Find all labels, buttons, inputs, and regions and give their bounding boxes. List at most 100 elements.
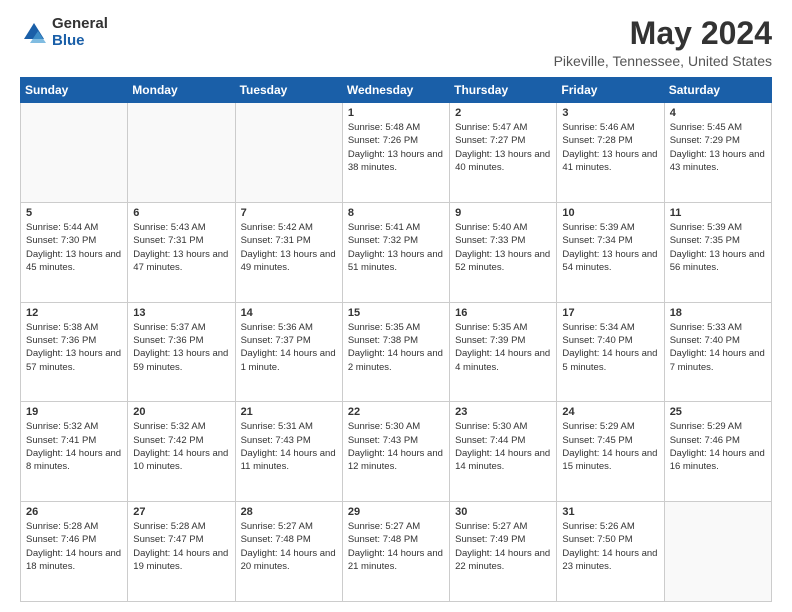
calendar-cell: 9 Sunrise: 5:40 AM Sunset: 7:33 PM Daylig… bbox=[450, 202, 557, 302]
calendar-week-5: 26 Sunrise: 5:28 AM Sunset: 7:46 PM Dayli… bbox=[21, 502, 772, 602]
calendar-cell: 6 Sunrise: 5:43 AM Sunset: 7:31 PM Daylig… bbox=[128, 202, 235, 302]
logo: General Blue bbox=[20, 16, 108, 49]
day-number: 21 bbox=[241, 406, 337, 418]
day-info: Sunrise: 5:40 AM Sunset: 7:33 PM Dayligh… bbox=[455, 221, 551, 274]
calendar-cell: 19 Sunrise: 5:32 AM Sunset: 7:41 PM Dayli… bbox=[21, 402, 128, 502]
day-number: 4 bbox=[670, 107, 766, 119]
calendar-cell: 30Sunrise: 5:27 AM Sunset: 7:49 PM Dayli… bbox=[450, 502, 557, 602]
calendar-cell: 29 Sunrise: 5:27 AM Sunset: 7:48 PM Dayli… bbox=[342, 502, 449, 602]
day-number: 1 bbox=[348, 107, 444, 119]
header: General Blue May 2024 Pikeville, Tenness… bbox=[20, 16, 772, 69]
col-header-monday: Monday bbox=[128, 78, 235, 103]
calendar-cell: 11 Sunrise: 5:39 AM Sunset: 7:35 PM Dayli… bbox=[664, 202, 771, 302]
calendar-cell: 4 Sunrise: 5:45 AM Sunset: 7:29 PM Daylig… bbox=[664, 103, 771, 203]
day-info: Sunrise: 5:26 AM Sunset: 7:50 PM Dayligh… bbox=[562, 520, 658, 573]
day-info: Sunrise: 5:28 AM Sunset: 7:46 PM Dayligh… bbox=[26, 520, 122, 573]
day-info: Sunrise: 5:27 AM Sunset: 7:48 PM Dayligh… bbox=[241, 520, 337, 573]
day-number: 19 bbox=[26, 406, 122, 418]
day-number: 28 bbox=[241, 506, 337, 518]
calendar-cell: 26 Sunrise: 5:28 AM Sunset: 7:46 PM Dayli… bbox=[21, 502, 128, 602]
day-info: Sunrise: 5:35 AM Sunset: 7:39 PM Dayligh… bbox=[455, 321, 551, 374]
day-info: Sunrise: 5:39 AM Sunset: 7:35 PM Dayligh… bbox=[670, 221, 766, 274]
day-info: Sunrise: 5:45 AM Sunset: 7:29 PM Dayligh… bbox=[670, 121, 766, 174]
day-number: 6 bbox=[133, 207, 229, 219]
calendar-cell: 25Sunrise: 5:29 AM Sunset: 7:46 PM Dayli… bbox=[664, 402, 771, 502]
day-number: 24 bbox=[562, 406, 658, 418]
day-number: 18 bbox=[670, 307, 766, 319]
title-block: May 2024 Pikeville, Tennessee, United St… bbox=[554, 16, 772, 69]
calendar-cell: 17Sunrise: 5:34 AM Sunset: 7:40 PM Dayli… bbox=[557, 302, 664, 402]
day-info: Sunrise: 5:29 AM Sunset: 7:46 PM Dayligh… bbox=[670, 420, 766, 473]
day-info: Sunrise: 5:27 AM Sunset: 7:48 PM Dayligh… bbox=[348, 520, 444, 573]
day-info: Sunrise: 5:31 AM Sunset: 7:43 PM Dayligh… bbox=[241, 420, 337, 473]
day-number: 22 bbox=[348, 406, 444, 418]
day-number: 10 bbox=[562, 207, 658, 219]
day-number: 2 bbox=[455, 107, 551, 119]
day-number: 5 bbox=[26, 207, 122, 219]
col-header-sunday: Sunday bbox=[21, 78, 128, 103]
calendar-cell: 21 Sunrise: 5:31 AM Sunset: 7:43 PM Dayli… bbox=[235, 402, 342, 502]
day-info: Sunrise: 5:37 AM Sunset: 7:36 PM Dayligh… bbox=[133, 321, 229, 374]
calendar-week-1: 1Sunrise: 5:48 AM Sunset: 7:26 PM Daylig… bbox=[21, 103, 772, 203]
day-number: 9 bbox=[455, 207, 551, 219]
calendar-cell: 7 Sunrise: 5:42 AM Sunset: 7:31 PM Daylig… bbox=[235, 202, 342, 302]
col-header-tuesday: Tuesday bbox=[235, 78, 342, 103]
logo-general: General bbox=[52, 15, 108, 32]
day-info: Sunrise: 5:42 AM Sunset: 7:31 PM Dayligh… bbox=[241, 221, 337, 274]
calendar-cell bbox=[235, 103, 342, 203]
calendar-cell: 23 Sunrise: 5:30 AM Sunset: 7:44 PM Dayli… bbox=[450, 402, 557, 502]
calendar-cell: 10 Sunrise: 5:39 AM Sunset: 7:34 PM Dayli… bbox=[557, 202, 664, 302]
calendar-cell: 20Sunrise: 5:32 AM Sunset: 7:42 PM Dayli… bbox=[128, 402, 235, 502]
day-info: Sunrise: 5:43 AM Sunset: 7:31 PM Dayligh… bbox=[133, 221, 229, 274]
day-info: Sunrise: 5:36 AM Sunset: 7:37 PM Dayligh… bbox=[241, 321, 337, 374]
month-title: May 2024 bbox=[554, 16, 772, 51]
day-number: 16 bbox=[455, 307, 551, 319]
col-header-thursday: Thursday bbox=[450, 78, 557, 103]
day-number: 31 bbox=[562, 506, 658, 518]
day-info: Sunrise: 5:46 AM Sunset: 7:28 PM Dayligh… bbox=[562, 121, 658, 174]
calendar-week-3: 12Sunrise: 5:38 AM Sunset: 7:36 PM Dayli… bbox=[21, 302, 772, 402]
logo-blue-text: Blue bbox=[52, 32, 85, 49]
calendar-cell: 16 Sunrise: 5:35 AM Sunset: 7:39 PM Dayli… bbox=[450, 302, 557, 402]
day-info: Sunrise: 5:30 AM Sunset: 7:43 PM Dayligh… bbox=[348, 420, 444, 473]
day-info: Sunrise: 5:30 AM Sunset: 7:44 PM Dayligh… bbox=[455, 420, 551, 473]
day-info: Sunrise: 5:47 AM Sunset: 7:27 PM Dayligh… bbox=[455, 121, 551, 174]
calendar-cell bbox=[21, 103, 128, 203]
day-info: Sunrise: 5:32 AM Sunset: 7:41 PM Dayligh… bbox=[26, 420, 122, 473]
day-number: 7 bbox=[241, 207, 337, 219]
calendar-cell bbox=[128, 103, 235, 203]
day-number: 11 bbox=[670, 207, 766, 219]
calendar-week-2: 5 Sunrise: 5:44 AM Sunset: 7:30 PM Daylig… bbox=[21, 202, 772, 302]
day-number: 15 bbox=[348, 307, 444, 319]
day-number: 30 bbox=[455, 506, 551, 518]
day-info: Sunrise: 5:29 AM Sunset: 7:45 PM Dayligh… bbox=[562, 420, 658, 473]
day-info: Sunrise: 5:41 AM Sunset: 7:32 PM Dayligh… bbox=[348, 221, 444, 274]
day-number: 26 bbox=[26, 506, 122, 518]
day-number: 29 bbox=[348, 506, 444, 518]
day-info: Sunrise: 5:35 AM Sunset: 7:38 PM Dayligh… bbox=[348, 321, 444, 374]
day-number: 27 bbox=[133, 506, 229, 518]
logo-icon bbox=[20, 19, 48, 47]
calendar-header-row: SundayMondayTuesdayWednesdayThursdayFrid… bbox=[21, 78, 772, 103]
day-info: Sunrise: 5:33 AM Sunset: 7:40 PM Dayligh… bbox=[670, 321, 766, 374]
day-info: Sunrise: 5:44 AM Sunset: 7:30 PM Dayligh… bbox=[26, 221, 122, 274]
day-number: 13 bbox=[133, 307, 229, 319]
calendar-cell: 8Sunrise: 5:41 AM Sunset: 7:32 PM Daylig… bbox=[342, 202, 449, 302]
calendar-cell: 18 Sunrise: 5:33 AM Sunset: 7:40 PM Dayli… bbox=[664, 302, 771, 402]
logo-text: General Blue bbox=[52, 16, 108, 49]
calendar-week-4: 19 Sunrise: 5:32 AM Sunset: 7:41 PM Dayli… bbox=[21, 402, 772, 502]
day-info: Sunrise: 5:38 AM Sunset: 7:36 PM Dayligh… bbox=[26, 321, 122, 374]
location: Pikeville, Tennessee, United States bbox=[554, 53, 772, 69]
calendar-cell bbox=[664, 502, 771, 602]
calendar-cell: 12Sunrise: 5:38 AM Sunset: 7:36 PM Dayli… bbox=[21, 302, 128, 402]
calendar-cell: 22 Sunrise: 5:30 AM Sunset: 7:43 PM Dayli… bbox=[342, 402, 449, 502]
calendar-cell: 28 Sunrise: 5:27 AM Sunset: 7:48 PM Dayli… bbox=[235, 502, 342, 602]
day-info: Sunrise: 5:34 AM Sunset: 7:40 PM Dayligh… bbox=[562, 321, 658, 374]
page: General Blue May 2024 Pikeville, Tenness… bbox=[0, 0, 792, 612]
calendar-cell: 15 Sunrise: 5:35 AM Sunset: 7:38 PM Dayli… bbox=[342, 302, 449, 402]
col-header-friday: Friday bbox=[557, 78, 664, 103]
day-number: 23 bbox=[455, 406, 551, 418]
calendar-cell: 5 Sunrise: 5:44 AM Sunset: 7:30 PM Daylig… bbox=[21, 202, 128, 302]
day-info: Sunrise: 5:39 AM Sunset: 7:34 PM Dayligh… bbox=[562, 221, 658, 274]
calendar-cell: 31 Sunrise: 5:26 AM Sunset: 7:50 PM Dayli… bbox=[557, 502, 664, 602]
